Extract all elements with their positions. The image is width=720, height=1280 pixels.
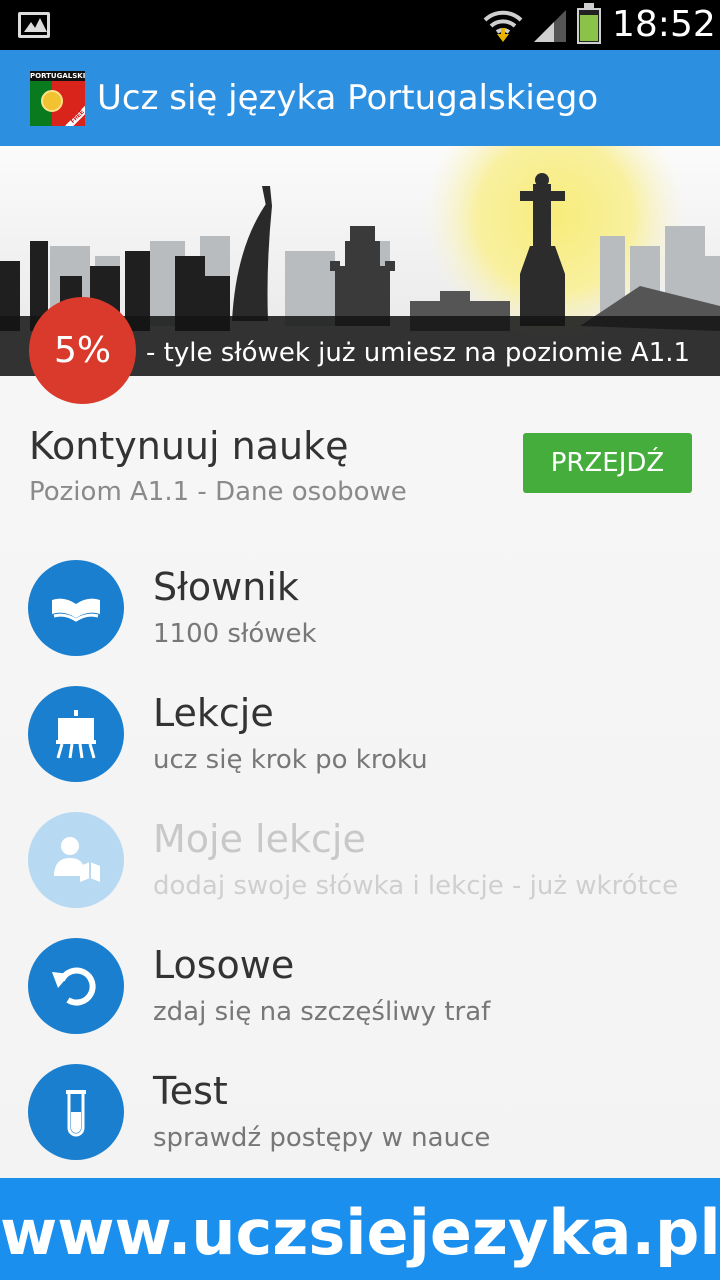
- menu-subtitle: ucz się krok po kroku: [153, 745, 428, 775]
- status-bar: 18:52: [0, 0, 720, 50]
- main-content: Kontynuuj naukę Poziom A1.1 - Dane osobo…: [0, 376, 720, 1178]
- app-logo-label: PORTUGALSKI: [30, 71, 85, 81]
- menu-item-random[interactable]: Losowe zdaj się na szczęśliwy traf: [0, 938, 720, 1058]
- website-url[interactable]: www.uczsiejezyka.pl: [0, 1196, 720, 1269]
- status-time: 18:52: [612, 4, 716, 45]
- undo-icon: [28, 938, 124, 1034]
- menu-item-lessons[interactable]: Lekcje ucz się krok po kroku: [0, 686, 720, 806]
- menu-title: Słownik: [153, 565, 299, 609]
- menu-subtitle: 1100 słówek: [153, 619, 317, 649]
- progress-text: - tyle słówek już umiesz na poziomie A1.…: [146, 338, 691, 368]
- signal-icon: [534, 10, 566, 42]
- easel-icon: [28, 686, 124, 782]
- footer-banner[interactable]: www.uczsiejezyka.pl: [0, 1178, 720, 1280]
- flag-seal-icon: [41, 90, 63, 112]
- menu-item-dictionary[interactable]: Słownik 1100 słówek: [0, 560, 720, 680]
- menu-title: Test: [153, 1069, 228, 1113]
- gallery-icon: [18, 12, 50, 38]
- wifi-icon: [483, 10, 523, 42]
- book-icon: [28, 560, 124, 656]
- app-title: Ucz się języka Portugalskiego: [97, 78, 599, 118]
- progress-percent-badge[interactable]: 5%: [29, 297, 136, 404]
- menu-title: Losowe: [153, 943, 295, 987]
- continue-subtitle: Poziom A1.1 - Dane osobowe: [29, 477, 407, 507]
- test-tube-icon: [28, 1064, 124, 1160]
- menu-title: Moje lekcje: [153, 817, 366, 861]
- go-button[interactable]: PRZEJDŹ: [523, 433, 692, 493]
- user-book-icon: [28, 812, 124, 908]
- menu-title: Lekcje: [153, 691, 274, 735]
- menu-subtitle: sprawdź postępy w nauce: [153, 1123, 491, 1153]
- menu-item-my-lessons: Moje lekcje dodaj swoje słówka i lekcje …: [0, 812, 720, 932]
- app-logo[interactable]: PORTUGALSKI FREE: [30, 71, 85, 126]
- menu-item-test[interactable]: Test sprawdź postępy w nauce: [0, 1064, 720, 1184]
- battery-icon: [577, 3, 601, 44]
- continue-title: Kontynuuj naukę: [29, 424, 349, 468]
- app-bar: PORTUGALSKI FREE Ucz się języka Portugal…: [0, 50, 720, 146]
- menu-subtitle: dodaj swoje słówka i lekcje - już wkrótc…: [153, 871, 679, 901]
- menu-subtitle: zdaj się na szczęśliwy traf: [153, 997, 491, 1027]
